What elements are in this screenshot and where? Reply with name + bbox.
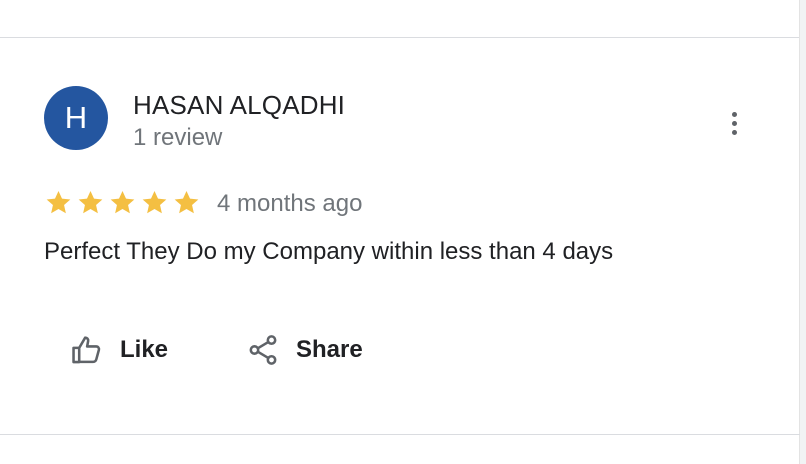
review-text: Perfect They Do my Company within less t… [44, 238, 614, 265]
star-icon [46, 191, 71, 214]
bottom-divider [0, 434, 800, 435]
thumbs-up-icon [72, 336, 101, 364]
scrollbar-track[interactable] [799, 0, 806, 464]
review-count[interactable]: 1 review [133, 124, 222, 152]
like-button[interactable]: Like [70, 330, 168, 370]
review-time: 4 months ago [217, 190, 363, 217]
share-button[interactable]: Share [246, 330, 363, 370]
star-icon [78, 191, 103, 214]
share-label: Share [296, 336, 363, 363]
more-options-button[interactable] [718, 106, 750, 140]
like-label: Like [120, 336, 169, 363]
more-vert-icon [731, 111, 737, 117]
avatar[interactable]: H [44, 86, 108, 150]
star-rating [44, 188, 201, 217]
star-icon [110, 191, 135, 214]
author-name[interactable]: HASAN ALQADHI [133, 90, 345, 121]
top-divider [0, 37, 800, 38]
avatar-initial: H [64, 100, 88, 135]
star-icon [174, 191, 199, 214]
star-icon [142, 191, 167, 214]
share-icon [249, 335, 277, 365]
